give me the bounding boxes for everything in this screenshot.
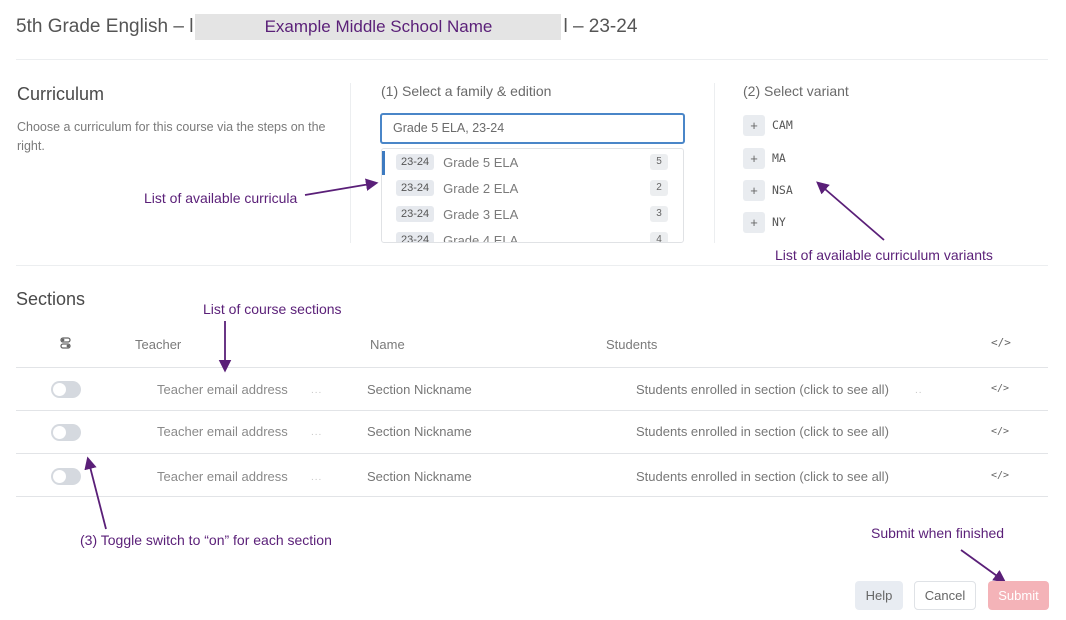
cancel-button[interactable]: Cancel xyxy=(914,581,976,610)
arrow-to-toggle xyxy=(84,456,107,530)
arrow-to-curricula xyxy=(304,178,379,196)
arrow-to-submit xyxy=(960,549,1007,583)
help-button[interactable]: Help xyxy=(855,581,903,610)
submit-button[interactable]: Submit xyxy=(988,581,1049,610)
arrow-to-variants xyxy=(816,181,885,241)
annotation-arrows xyxy=(84,178,1007,583)
